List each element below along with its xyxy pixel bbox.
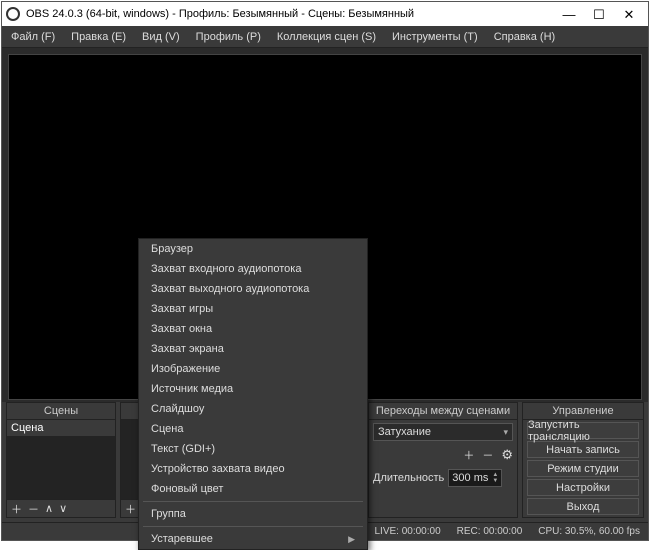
transition-props-button[interactable]: ⚙: [501, 448, 513, 462]
obs-logo-icon: [6, 7, 20, 21]
add-source-context-menu: Браузер Захват входного аудиопотока Захв…: [138, 238, 368, 550]
dock-scenes-title: Сцены: [7, 403, 115, 420]
ctx-item[interactable]: Захват входного аудиопотока: [139, 259, 367, 279]
ctx-item[interactable]: Сцена: [139, 419, 367, 439]
menu-tools[interactable]: Инструменты (T): [389, 29, 481, 45]
ctx-item[interactable]: Захват экрана: [139, 339, 367, 359]
ctx-item[interactable]: Захват игры: [139, 299, 367, 319]
transitions-body: Затухание ▾ ＋ － ⚙ Длительность 300 ms ▲▼: [369, 420, 517, 517]
transition-duration-label: Длительность: [373, 472, 444, 484]
status-live: LIVE: 00:00:00: [374, 526, 440, 537]
dock-scenes: Сцены Сцена ＋ － ∧ ∨: [6, 402, 116, 518]
minimize-button[interactable]: —: [554, 2, 584, 26]
ctx-item[interactable]: Браузер: [139, 239, 367, 259]
ctx-item[interactable]: Изображение: [139, 359, 367, 379]
dock-controls: Управление Запустить трансляцию Начать з…: [522, 402, 644, 518]
ctx-item[interactable]: Источник медиа: [139, 379, 367, 399]
remove-scene-button[interactable]: －: [28, 501, 39, 517]
start-stream-button[interactable]: Запустить трансляцию: [527, 422, 639, 439]
dock-transitions: Переходы между сценами Затухание ▾ ＋ － ⚙…: [368, 402, 518, 518]
transition-selected-label: Затухание: [378, 426, 431, 438]
add-scene-button[interactable]: ＋: [11, 501, 22, 517]
window-title: OBS 24.0.3 (64-bit, windows) - Профиль: …: [26, 8, 554, 20]
menu-profile[interactable]: Профиль (P): [193, 29, 264, 45]
titlebar[interactable]: OBS 24.0.3 (64-bit, windows) - Профиль: …: [2, 2, 648, 26]
dock-transitions-title: Переходы между сценами: [369, 403, 517, 420]
status-cpu: CPU: 30.5%, 60.00 fps: [538, 526, 640, 537]
spinner-icon: ▲▼: [492, 472, 498, 484]
ctx-item[interactable]: Устройство захвата видео: [139, 459, 367, 479]
exit-button[interactable]: Выход: [527, 498, 639, 515]
menu-view[interactable]: Вид (V): [139, 29, 183, 45]
controls-body: Запустить трансляцию Начать запись Режим…: [523, 420, 643, 517]
menu-edit[interactable]: Правка (E): [68, 29, 129, 45]
window-controls: — ☐ ✕: [554, 2, 644, 26]
ctx-item-deprecated[interactable]: Устаревшее ▶: [139, 529, 367, 549]
chevron-down-icon: ▾: [503, 427, 508, 438]
chevron-right-icon: ▶: [348, 534, 355, 545]
maximize-button[interactable]: ☐: [584, 2, 614, 26]
remove-transition-button[interactable]: －: [482, 447, 493, 463]
studio-mode-button[interactable]: Режим студии: [527, 460, 639, 477]
scene-down-button[interactable]: ∨: [59, 502, 67, 515]
ctx-separator: [143, 526, 363, 527]
ctx-item-group[interactable]: Группа: [139, 504, 367, 524]
ctx-item[interactable]: Фоновый цвет: [139, 479, 367, 499]
status-rec: REC: 00:00:00: [457, 526, 523, 537]
ctx-item[interactable]: Слайдшоу: [139, 399, 367, 419]
start-record-button[interactable]: Начать запись: [527, 441, 639, 458]
scenes-list[interactable]: Сцена: [7, 420, 115, 499]
add-transition-button[interactable]: ＋: [463, 447, 474, 463]
scene-up-button[interactable]: ∧: [45, 502, 53, 515]
ctx-item[interactable]: Захват выходного аудиопотока: [139, 279, 367, 299]
close-button[interactable]: ✕: [614, 2, 644, 26]
transition-duration-value: 300 ms: [452, 472, 488, 484]
settings-button[interactable]: Настройки: [527, 479, 639, 496]
scenes-toolbar: ＋ － ∧ ∨: [7, 499, 115, 517]
ctx-item[interactable]: Захват окна: [139, 319, 367, 339]
ctx-item[interactable]: Текст (GDI+): [139, 439, 367, 459]
dock-controls-title: Управление: [523, 403, 643, 420]
gear-icon: ⚙: [501, 447, 513, 462]
menu-help[interactable]: Справка (H): [491, 29, 558, 45]
ctx-separator: [143, 501, 363, 502]
add-source-button[interactable]: ＋: [125, 501, 136, 517]
scene-item[interactable]: Сцена: [7, 420, 115, 436]
menubar: Файл (F) Правка (E) Вид (V) Профиль (P) …: [2, 26, 648, 48]
transition-duration-input[interactable]: 300 ms ▲▼: [448, 469, 502, 487]
menu-scenecol[interactable]: Коллекция сцен (S): [274, 29, 379, 45]
transition-select[interactable]: Затухание ▾: [373, 423, 513, 441]
menu-file[interactable]: Файл (F): [8, 29, 58, 45]
